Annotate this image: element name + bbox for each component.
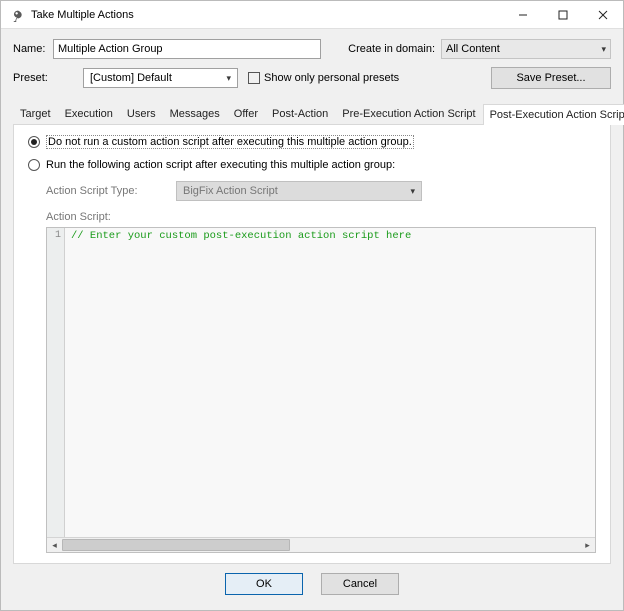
domain-label: Create in domain: <box>348 43 435 55</box>
chevron-down-icon: ▾ <box>601 44 606 55</box>
personal-presets-checkbox[interactable] <box>248 72 260 84</box>
cancel-button[interactable]: Cancel <box>321 573 399 595</box>
preset-select[interactable]: [Custom] Default ▾ <box>83 68 238 88</box>
preset-label: Preset: <box>13 72 53 84</box>
app-icon <box>6 6 24 24</box>
radio-run-script[interactable] <box>28 159 40 171</box>
ok-button[interactable]: OK <box>225 573 303 595</box>
take-multiple-actions-window: Take Multiple Actions Name: Create in do… <box>0 0 624 611</box>
radio-run-script-label: Run the following action script after ex… <box>46 159 395 171</box>
script-type-select: BigFix Action Script ▾ <box>176 181 422 201</box>
tab-pre-exec[interactable]: Pre-Execution Action Script <box>335 103 482 124</box>
radio-do-not-run[interactable] <box>28 136 40 148</box>
personal-presets-label: Show only personal presets <box>264 72 399 84</box>
action-script-editor: 1 // Enter your custom post-execution ac… <box>46 227 596 553</box>
name-input[interactable] <box>53 39 321 59</box>
close-button[interactable] <box>583 2 623 28</box>
editor-gutter: 1 <box>47 228 65 537</box>
tab-post-action[interactable]: Post-Action <box>265 103 335 124</box>
chevron-down-icon: ▾ <box>226 73 231 84</box>
domain-select[interactable]: All Content ▾ <box>441 39 611 59</box>
tab-target[interactable]: Target <box>13 103 58 124</box>
tab-users[interactable]: Users <box>120 103 163 124</box>
name-label: Name: <box>13 43 53 55</box>
titlebar: Take Multiple Actions <box>1 1 623 29</box>
tab-strip: Target Execution Users Messages Offer Po… <box>13 103 611 125</box>
action-script-label: Action Script: <box>46 211 596 223</box>
editor-hscrollbar[interactable]: ◂ ▸ <box>47 537 595 552</box>
script-type-label: Action Script Type: <box>46 185 176 197</box>
dialog-footer: OK Cancel <box>13 564 611 604</box>
window-title: Take Multiple Actions <box>29 9 503 21</box>
tab-offer[interactable]: Offer <box>227 103 265 124</box>
script-type-value: BigFix Action Script <box>183 185 278 197</box>
save-preset-button[interactable]: Save Preset... <box>491 67 611 89</box>
maximize-button[interactable] <box>543 2 583 28</box>
radio-do-not-run-label: Do not run a custom action script after … <box>46 135 414 149</box>
tab-post-exec[interactable]: Post-Execution Action Script <box>483 104 624 125</box>
tab-execution[interactable]: Execution <box>58 103 120 124</box>
tab-messages[interactable]: Messages <box>163 103 227 124</box>
scroll-thumb[interactable] <box>62 539 290 551</box>
minimize-button[interactable] <box>503 2 543 28</box>
scroll-left-icon[interactable]: ◂ <box>47 538 62 553</box>
chevron-down-icon: ▾ <box>410 186 415 197</box>
post-exec-panel: Do not run a custom action script after … <box>13 125 611 564</box>
editor-code[interactable]: // Enter your custom post-execution acti… <box>65 228 595 537</box>
scroll-right-icon[interactable]: ▸ <box>580 538 595 553</box>
domain-value: All Content <box>446 43 500 55</box>
preset-value: [Custom] Default <box>90 72 172 84</box>
